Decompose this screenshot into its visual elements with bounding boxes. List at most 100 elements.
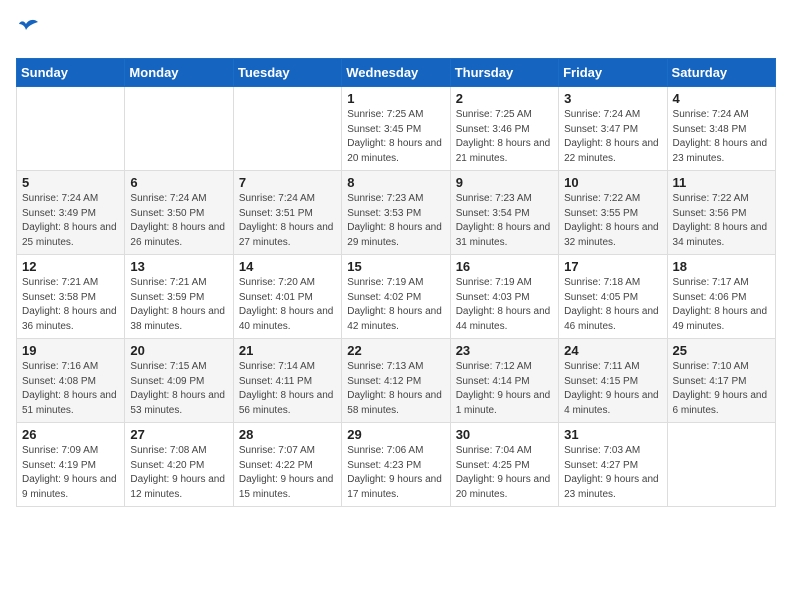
day-info: Sunrise: 7:10 AM Sunset: 4:17 PM Dayligh… bbox=[673, 360, 770, 418]
calendar-cell: 21 Sunrise: 7:14 AM Sunset: 4:11 PM Dayli… bbox=[233, 339, 341, 423]
calendar-cell: 30Sunrise: 7:04 AM Sunset: 4:25 PM Dayli… bbox=[450, 423, 558, 507]
calendar-cell: 5Sunrise: 7:24 AM Sunset: 3:49 PM Daylig… bbox=[17, 171, 125, 255]
day-info: Sunrise: 7:12 AM Sunset: 4:14 PM Dayligh… bbox=[456, 360, 553, 418]
calendar-table: SundayMondayTuesdayWednesdayThursdayFrid… bbox=[16, 58, 776, 507]
week-row-4: 19 Sunrise: 7:16 AM Sunset: 4:08 PM Dayli… bbox=[17, 339, 776, 423]
weekday-header-saturday: Saturday bbox=[667, 59, 775, 87]
calendar-cell: 24 Sunrise: 7:11 AM Sunset: 4:15 PM Dayli… bbox=[559, 339, 667, 423]
day-info: Sunrise: 7:24 AM Sunset: 3:50 PM Dayligh… bbox=[130, 192, 227, 250]
calendar-cell: 28Sunrise: 7:07 AM Sunset: 4:22 PM Dayli… bbox=[233, 423, 341, 507]
day-number: 31 bbox=[564, 427, 661, 442]
day-number: 4 bbox=[673, 91, 770, 106]
calendar-cell: 17 Sunrise: 7:18 AM Sunset: 4:05 PM Dayli… bbox=[559, 255, 667, 339]
calendar-cell: 27 Sunrise: 7:08 AM Sunset: 4:20 PM Dayli… bbox=[125, 423, 233, 507]
day-number: 16 bbox=[456, 259, 553, 274]
day-number: 29 bbox=[347, 427, 444, 442]
day-info: Sunrise: 7:21 AM Sunset: 3:59 PM Dayligh… bbox=[130, 276, 227, 334]
day-info: Sunrise: 7:07 AM Sunset: 4:22 PM Dayligh… bbox=[239, 444, 336, 502]
day-info: Sunrise: 7:20 AM Sunset: 4:01 PM Dayligh… bbox=[239, 276, 336, 334]
day-info: Sunrise: 7:25 AM Sunset: 3:45 PM Dayligh… bbox=[347, 108, 444, 166]
day-number: 24 bbox=[564, 343, 661, 358]
day-info: Sunrise: 7:19 AM Sunset: 4:03 PM Dayligh… bbox=[456, 276, 553, 334]
weekday-header-wednesday: Wednesday bbox=[342, 59, 450, 87]
calendar-cell bbox=[233, 87, 341, 171]
day-number: 30 bbox=[456, 427, 553, 442]
day-number: 27 bbox=[130, 427, 227, 442]
week-row-1: 1 Sunrise: 7:25 AM Sunset: 3:45 PM Daylig… bbox=[17, 87, 776, 171]
day-number: 14 bbox=[239, 259, 336, 274]
day-info: Sunrise: 7:22 AM Sunset: 3:56 PM Dayligh… bbox=[673, 192, 770, 250]
weekday-header-friday: Friday bbox=[559, 59, 667, 87]
calendar-cell: 15Sunrise: 7:19 AM Sunset: 4:02 PM Dayli… bbox=[342, 255, 450, 339]
day-number: 13 bbox=[130, 259, 227, 274]
page-header bbox=[16, 16, 776, 46]
calendar-cell: 1 Sunrise: 7:25 AM Sunset: 3:45 PM Daylig… bbox=[342, 87, 450, 171]
calendar-cell: 2 Sunrise: 7:25 AM Sunset: 3:46 PM Daylig… bbox=[450, 87, 558, 171]
weekday-header-thursday: Thursday bbox=[450, 59, 558, 87]
calendar-cell bbox=[667, 423, 775, 507]
weekday-header-monday: Monday bbox=[125, 59, 233, 87]
weekday-header-tuesday: Tuesday bbox=[233, 59, 341, 87]
day-info: Sunrise: 7:11 AM Sunset: 4:15 PM Dayligh… bbox=[564, 360, 661, 418]
day-number: 21 bbox=[239, 343, 336, 358]
weekday-header-row: SundayMondayTuesdayWednesdayThursdayFrid… bbox=[17, 59, 776, 87]
day-number: 5 bbox=[22, 175, 119, 190]
day-number: 8 bbox=[347, 175, 444, 190]
day-info: Sunrise: 7:25 AM Sunset: 3:46 PM Dayligh… bbox=[456, 108, 553, 166]
day-number: 10 bbox=[564, 175, 661, 190]
day-number: 1 bbox=[347, 91, 444, 106]
calendar-cell: 8Sunrise: 7:23 AM Sunset: 3:53 PM Daylig… bbox=[342, 171, 450, 255]
day-number: 22 bbox=[347, 343, 444, 358]
day-number: 18 bbox=[673, 259, 770, 274]
calendar-cell: 4 Sunrise: 7:24 AM Sunset: 3:48 PM Daylig… bbox=[667, 87, 775, 171]
day-info: Sunrise: 7:08 AM Sunset: 4:20 PM Dayligh… bbox=[130, 444, 227, 502]
calendar-cell: 18 Sunrise: 7:17 AM Sunset: 4:06 PM Dayli… bbox=[667, 255, 775, 339]
day-info: Sunrise: 7:13 AM Sunset: 4:12 PM Dayligh… bbox=[347, 360, 444, 418]
calendar-cell: 14 Sunrise: 7:20 AM Sunset: 4:01 PM Dayli… bbox=[233, 255, 341, 339]
day-number: 3 bbox=[564, 91, 661, 106]
day-number: 25 bbox=[673, 343, 770, 358]
day-info: Sunrise: 7:16 AM Sunset: 4:08 PM Dayligh… bbox=[22, 360, 119, 418]
calendar-cell: 13 Sunrise: 7:21 AM Sunset: 3:59 PM Dayli… bbox=[125, 255, 233, 339]
calendar-cell bbox=[17, 87, 125, 171]
calendar-cell: 3 Sunrise: 7:24 AM Sunset: 3:47 PM Daylig… bbox=[559, 87, 667, 171]
day-number: 23 bbox=[456, 343, 553, 358]
calendar-cell bbox=[125, 87, 233, 171]
calendar-cell: 11 Sunrise: 7:22 AM Sunset: 3:56 PM Dayli… bbox=[667, 171, 775, 255]
calendar-cell: 22 Sunrise: 7:13 AM Sunset: 4:12 PM Dayli… bbox=[342, 339, 450, 423]
day-number: 12 bbox=[22, 259, 119, 274]
calendar-cell: 29Sunrise: 7:06 AM Sunset: 4:23 PM Dayli… bbox=[342, 423, 450, 507]
calendar-cell: 12 Sunrise: 7:21 AM Sunset: 3:58 PM Dayli… bbox=[17, 255, 125, 339]
day-info: Sunrise: 7:18 AM Sunset: 4:05 PM Dayligh… bbox=[564, 276, 661, 334]
day-number: 17 bbox=[564, 259, 661, 274]
calendar-cell: 26Sunrise: 7:09 AM Sunset: 4:19 PM Dayli… bbox=[17, 423, 125, 507]
week-row-3: 12 Sunrise: 7:21 AM Sunset: 3:58 PM Dayli… bbox=[17, 255, 776, 339]
day-info: Sunrise: 7:14 AM Sunset: 4:11 PM Dayligh… bbox=[239, 360, 336, 418]
day-info: Sunrise: 7:24 AM Sunset: 3:48 PM Dayligh… bbox=[673, 108, 770, 166]
day-info: Sunrise: 7:24 AM Sunset: 3:51 PM Dayligh… bbox=[239, 192, 336, 250]
day-number: 2 bbox=[456, 91, 553, 106]
calendar-cell: 31 Sunrise: 7:03 AM Sunset: 4:27 PM Dayli… bbox=[559, 423, 667, 507]
calendar-cell: 9Sunrise: 7:23 AM Sunset: 3:54 PM Daylig… bbox=[450, 171, 558, 255]
day-info: Sunrise: 7:03 AM Sunset: 4:27 PM Dayligh… bbox=[564, 444, 661, 502]
calendar-cell: 10Sunrise: 7:22 AM Sunset: 3:55 PM Dayli… bbox=[559, 171, 667, 255]
day-number: 19 bbox=[22, 343, 119, 358]
calendar-cell: 20 Sunrise: 7:15 AM Sunset: 4:09 PM Dayli… bbox=[125, 339, 233, 423]
day-info: Sunrise: 7:21 AM Sunset: 3:58 PM Dayligh… bbox=[22, 276, 119, 334]
day-info: Sunrise: 7:15 AM Sunset: 4:09 PM Dayligh… bbox=[130, 360, 227, 418]
logo-bird-icon bbox=[18, 16, 42, 40]
day-info: Sunrise: 7:24 AM Sunset: 3:47 PM Dayligh… bbox=[564, 108, 661, 166]
week-row-2: 5Sunrise: 7:24 AM Sunset: 3:49 PM Daylig… bbox=[17, 171, 776, 255]
calendar-cell: 23 Sunrise: 7:12 AM Sunset: 4:14 PM Dayli… bbox=[450, 339, 558, 423]
day-number: 20 bbox=[130, 343, 227, 358]
day-number: 15 bbox=[347, 259, 444, 274]
day-number: 6 bbox=[130, 175, 227, 190]
calendar-cell: 19 Sunrise: 7:16 AM Sunset: 4:08 PM Dayli… bbox=[17, 339, 125, 423]
day-info: Sunrise: 7:23 AM Sunset: 3:54 PM Dayligh… bbox=[456, 192, 553, 250]
calendar-cell: 6 Sunrise: 7:24 AM Sunset: 3:50 PM Daylig… bbox=[125, 171, 233, 255]
day-number: 7 bbox=[239, 175, 336, 190]
day-number: 11 bbox=[673, 175, 770, 190]
day-number: 26 bbox=[22, 427, 119, 442]
logo-wordmark bbox=[16, 16, 42, 46]
day-info: Sunrise: 7:17 AM Sunset: 4:06 PM Dayligh… bbox=[673, 276, 770, 334]
